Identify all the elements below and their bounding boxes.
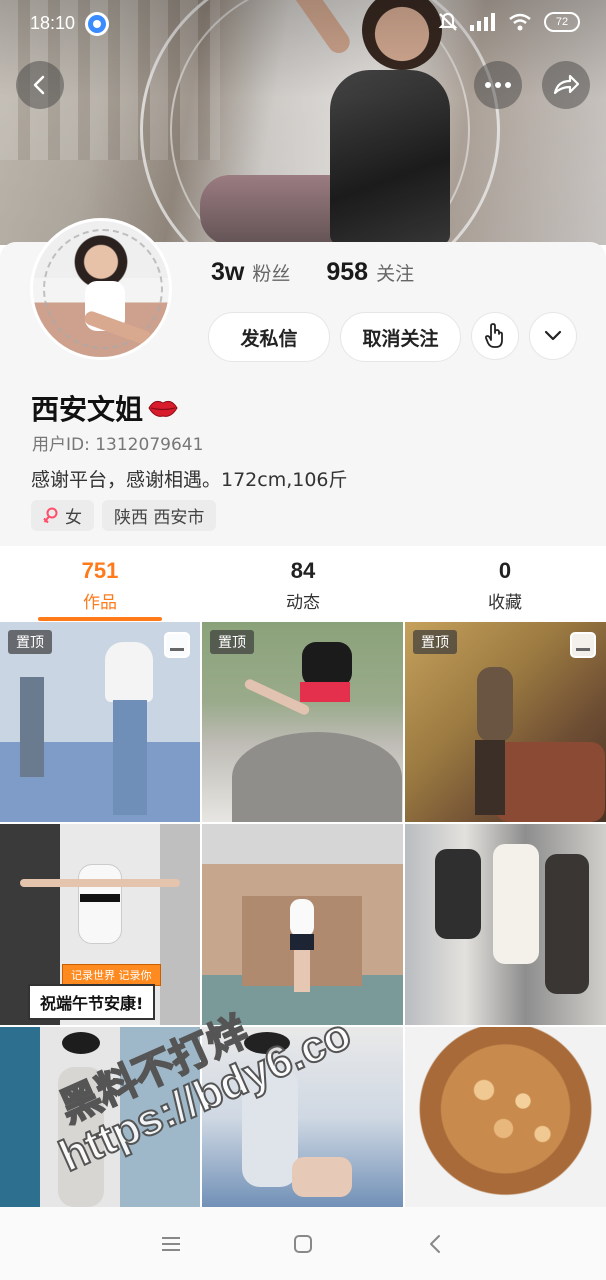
location-label: 陕西 西安市 — [114, 508, 205, 528]
profile-tabs: 751 作品 84 动态 0 收藏 — [0, 548, 606, 622]
work-thumbnail-8[interactable] — [202, 1027, 403, 1207]
profile-stats: 3w 粉丝 958 关注 — [211, 258, 414, 287]
profile-name: 西安文姐 — [31, 393, 144, 426]
share-button[interactable] — [542, 61, 590, 109]
hand-gesture-button[interactable] — [471, 312, 519, 360]
tab-works-label: 作品 — [83, 593, 117, 613]
profile-tags: 女 陕西 西安市 — [31, 500, 217, 531]
profile-name-row: 西安文姐 — [31, 388, 179, 428]
back-triangle-icon — [430, 1234, 440, 1253]
home-square-icon — [294, 1234, 312, 1253]
video-banner: 记录世界 记录你 — [62, 964, 161, 986]
wifi-icon — [509, 13, 531, 31]
following-count: 958 — [326, 258, 369, 286]
more-button[interactable] — [474, 61, 522, 109]
recent-apps-button[interactable] — [153, 1226, 189, 1262]
hand-pointer-icon — [485, 323, 503, 348]
tab-moments[interactable]: 84 动态 — [243, 558, 363, 613]
tab-moments-label: 动态 — [286, 593, 320, 613]
work-thumbnail-3[interactable]: 置顶 — [405, 622, 606, 822]
image-type-icon — [164, 632, 190, 658]
tab-moments-count: 84 — [290, 558, 316, 583]
home-button[interactable] — [285, 1226, 321, 1262]
app-notification-icon — [85, 12, 109, 36]
profile-bio: 感谢平台，感谢相遇。172cm,106斤 — [31, 469, 348, 491]
works-grid: 置顶 置顶 置顶 记录世界 记录你 祝端午节安康! — [0, 622, 606, 1207]
pinned-badge: 置顶 — [8, 630, 52, 654]
work-thumbnail-4[interactable]: 记录世界 记录你 祝端午节安康! — [0, 824, 200, 1025]
status-time: 18:10 — [30, 13, 76, 33]
work-thumbnail-6[interactable] — [405, 824, 606, 1025]
bell-muted-icon — [438, 12, 458, 31]
following-stat[interactable]: 958 关注 — [326, 258, 414, 287]
avatar[interactable] — [30, 218, 172, 360]
user-id: 用户ID: 1312079641 — [32, 435, 204, 455]
system-navigation-bar — [0, 1207, 606, 1280]
lips-icon — [148, 400, 178, 417]
work-thumbnail-5[interactable] — [202, 824, 403, 1025]
female-symbol-icon — [43, 507, 58, 523]
tab-works-count: 751 — [81, 558, 119, 583]
image-type-icon — [570, 632, 596, 658]
work-thumbnail-2[interactable]: 置顶 — [202, 622, 403, 822]
followers-stat[interactable]: 3w 粉丝 — [211, 258, 290, 287]
work-thumbnail-1[interactable]: 置顶 — [0, 622, 200, 822]
chevron-left-icon — [33, 75, 45, 95]
tab-favorites[interactable]: 0 收藏 — [445, 558, 565, 613]
followers-label: 粉丝 — [252, 263, 291, 285]
work-thumbnail-7[interactable] — [0, 1027, 200, 1207]
pinned-badge: 置顶 — [210, 630, 254, 654]
menu-lines-icon — [162, 1236, 180, 1251]
chevron-down-icon — [544, 330, 562, 341]
following-label: 关注 — [376, 263, 415, 285]
gender-label: 女 — [65, 508, 82, 528]
more-options-dropdown[interactable] — [529, 312, 577, 360]
followers-count: 3w — [211, 258, 245, 286]
send-message-button[interactable]: 发私信 — [208, 312, 330, 362]
location-tag: 陕西 西安市 — [102, 500, 217, 531]
back-button[interactable] — [16, 61, 64, 109]
pinned-badge: 置顶 — [413, 630, 457, 654]
profile-actions: 发私信 取消关注 — [208, 312, 577, 362]
tab-favorites-label: 收藏 — [488, 593, 522, 613]
status-bar: 18:10 72 — [0, 0, 606, 50]
tab-active-indicator — [38, 617, 162, 621]
work-thumbnail-9[interactable] — [405, 1027, 606, 1207]
gender-tag: 女 — [31, 500, 94, 531]
system-back-button[interactable] — [417, 1226, 453, 1262]
tab-favorites-count: 0 — [498, 558, 512, 583]
unfollow-button[interactable]: 取消关注 — [340, 312, 461, 362]
battery-indicator: 72 — [544, 12, 580, 32]
share-arrow-icon — [553, 74, 580, 95]
signal-icon — [470, 13, 495, 31]
more-dots-icon — [485, 82, 511, 88]
tab-works[interactable]: 751 作品 — [40, 558, 160, 613]
video-caption: 祝端午节安康! — [28, 984, 156, 1020]
